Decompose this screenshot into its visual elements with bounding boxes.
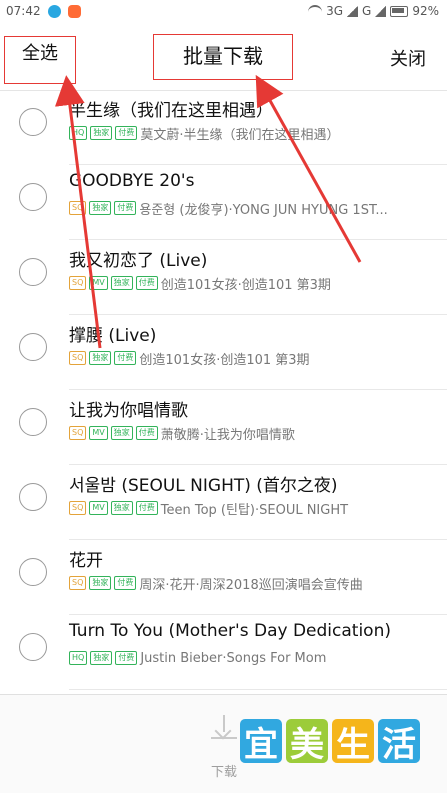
exclusive-badge: 独家 — [90, 651, 113, 665]
song-meta: SQ MV 独家 付费 Teen Top (틴탑)·SEOUL NIGHT — [69, 500, 349, 518]
mv-badge: MV — [89, 426, 108, 440]
song-list: 半生缘（我们在这里相遇） HQ 独家 付费 莫文蔚·半生缘（我们在这里相遇） GOODBY… — [0, 90, 447, 690]
close-button[interactable]: 关闭 — [389, 44, 427, 72]
row-divider — [69, 689, 447, 690]
sq-badge: SQ — [69, 501, 87, 515]
song-artist-album: Justin Bieber·Songs For Mom — [140, 650, 327, 666]
song-meta: SQ MV 独家 付费 创造101女孩·创造101 第3期 — [69, 275, 331, 293]
status-bar: 07:42 3G G 92% — [0, 0, 447, 24]
exclusive-badge: 独家 — [110, 426, 133, 440]
signal-icon — [347, 5, 359, 17]
app-notification-icon-2 — [68, 5, 81, 18]
song-checkbox[interactable] — [19, 258, 47, 286]
song-checkbox[interactable] — [19, 633, 47, 661]
download-icon — [211, 715, 237, 741]
network-type-2: G — [362, 4, 372, 18]
sq-badge: SQ — [69, 576, 87, 590]
song-checkbox[interactable] — [19, 108, 47, 136]
watermark-char: 生 — [332, 719, 374, 765]
paid-badge: 付费 — [135, 426, 158, 440]
exclusive-badge: 独家 — [110, 276, 133, 290]
song-row[interactable]: 花开 SQ 独家 付费 周深·花开·周深2018巡回演唱会宣传曲 — [0, 540, 447, 615]
song-artist-album: 创造101女孩·创造101 第3期 — [160, 277, 331, 293]
song-title: Turn To You (Mother's Day Dedication) — [69, 621, 391, 641]
song-artist-album: 莫文蔚·半生缘（我们在这里相遇） — [140, 127, 340, 143]
song-artist-album: 萧敬腾·让我为你唱情歌 — [160, 427, 295, 443]
exclusive-badge: 独家 — [89, 201, 112, 215]
exclusive-badge: 独家 — [89, 351, 112, 365]
song-title: 我又初恋了 (Live) — [69, 251, 208, 271]
song-row[interactable]: 让我为你唱情歌 SQ MV 独家 付费 萧敬腾·让我为你唱情歌 — [0, 390, 447, 465]
exclusive-badge: 独家 — [89, 576, 112, 590]
download-button[interactable]: 下载 — [204, 715, 244, 780]
song-row[interactable]: GOODBYE 20's SQ 独家 付费 용준형 (龙俊亨)·YONG JUN HYU… — [0, 165, 447, 240]
song-artist-album: Teen Top (틴탑)·SEOUL NIGHT — [160, 502, 349, 518]
song-artist-album: 创造101女孩·创造101 第3期 — [139, 352, 310, 368]
status-indicators: 3G G 92% — [308, 4, 439, 18]
paid-badge: 付费 — [114, 351, 137, 365]
hq-badge: HQ — [69, 651, 88, 665]
app-notification-icon — [48, 5, 61, 18]
battery-level: 92% — [412, 4, 439, 18]
sq-badge: SQ — [69, 276, 87, 290]
header-bar: 全选 批量下载 关闭 — [0, 24, 447, 88]
sq-badge: SQ — [69, 201, 87, 215]
wifi-icon — [308, 5, 323, 17]
status-time: 07:42 — [6, 4, 41, 18]
paid-badge: 付费 — [115, 651, 138, 665]
song-row[interactable]: 半生缘（我们在这里相遇） HQ 独家 付费 莫文蔚·半生缘（我们在这里相遇） — [0, 90, 447, 165]
song-meta: SQ 独家 付费 创造101女孩·创造101 第3期 — [69, 350, 310, 368]
song-title: 花开 — [69, 551, 103, 571]
song-title: 서울밤 (SEOUL NIGHT) (首尔之夜) — [69, 476, 338, 496]
song-meta: SQ MV 独家 付费 萧敬腾·让我为你唱情歌 — [69, 425, 295, 443]
exclusive-badge: 独家 — [110, 501, 133, 515]
song-checkbox[interactable] — [19, 558, 47, 586]
song-row[interactable]: 我又初恋了 (Live) SQ MV 独家 付费 创造101女孩·创造101 第3期 — [0, 240, 447, 315]
song-row[interactable]: 서울밤 (SEOUL NIGHT) (首尔之夜) SQ MV 独家 付费 Teen Top… — [0, 465, 447, 540]
song-title: GOODBYE 20's — [69, 171, 195, 191]
song-title: 半生缘（我们在这里相遇） — [69, 101, 273, 121]
network-type: 3G — [326, 4, 344, 18]
download-label: 下载 — [210, 765, 237, 780]
paid-badge: 付费 — [114, 201, 137, 215]
signal-icon-2 — [375, 5, 387, 17]
paid-badge: 付费 — [135, 501, 158, 515]
song-checkbox[interactable] — [19, 408, 47, 436]
sq-badge: SQ — [69, 351, 87, 365]
song-row[interactable]: 撑腰 (Live) SQ 独家 付费 创造101女孩·创造101 第3期 — [0, 315, 447, 390]
battery-icon — [390, 5, 409, 17]
paid-badge: 付费 — [135, 276, 158, 290]
sq-badge: SQ — [69, 426, 87, 440]
song-row[interactable]: Turn To You (Mother's Day Dedication) HQ 独… — [0, 615, 447, 690]
mv-badge: MV — [89, 276, 108, 290]
watermark-char: 活 — [378, 719, 420, 765]
watermark-logo: 宜美生活 — [240, 719, 420, 765]
song-artist-album: 周深·花开·周深2018巡回演唱会宣传曲 — [139, 577, 363, 593]
song-title: 让我为你唱情歌 — [69, 401, 188, 421]
paid-badge: 付费 — [114, 576, 137, 590]
bottom-bar: 下载 宜美生活 — [0, 695, 447, 793]
hq-badge: HQ — [69, 126, 88, 140]
song-meta: HQ 独家 付费 Justin Bieber·Songs For Mom — [69, 650, 326, 666]
paid-badge: 付费 — [115, 126, 138, 140]
song-checkbox[interactable] — [19, 333, 47, 361]
song-checkbox[interactable] — [19, 483, 47, 511]
watermark-char: 宜 — [240, 719, 282, 765]
song-meta: SQ 独家 付费 용준형 (龙俊亨)·YONG JUN HYUNG 1ST... — [69, 200, 388, 218]
song-meta: SQ 独家 付费 周深·花开·周深2018巡回演唱会宣传曲 — [69, 575, 363, 593]
song-title: 撑腰 (Live) — [69, 326, 157, 346]
song-artist-album: 용준형 (龙俊亨)·YONG JUN HYUNG 1ST... — [139, 202, 388, 218]
page-title: 批量下载 — [153, 34, 293, 80]
mv-badge: MV — [89, 501, 108, 515]
song-checkbox[interactable] — [19, 183, 47, 211]
watermark-char: 美 — [286, 719, 328, 765]
exclusive-badge: 独家 — [90, 126, 113, 140]
select-all-button[interactable]: 全选 — [4, 36, 76, 84]
song-meta: HQ 独家 付费 莫文蔚·半生缘（我们在这里相遇） — [69, 125, 340, 143]
